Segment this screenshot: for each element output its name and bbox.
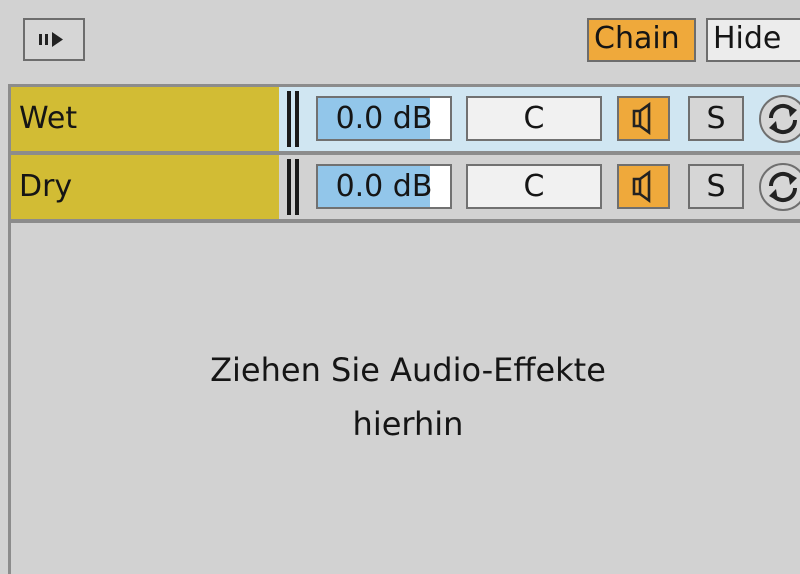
solo-button[interactable]: S [688,164,744,209]
hide-button[interactable]: Hide [706,18,800,62]
drag-handle[interactable] [295,91,299,147]
chain-name[interactable]: Dry [11,155,279,219]
drop-hint-line-1: Ziehen Sie Audio-Effekte [210,351,606,389]
solo-button[interactable]: S [688,96,744,141]
activator-button[interactable] [617,164,670,209]
volume-value: 0.0 dB [335,101,433,136]
row-divider [11,219,800,223]
speaker-icon [632,101,651,136]
chain-name[interactable]: Wet [11,87,279,151]
chain-toggle-button[interactable]: Chain [587,18,696,62]
chain-row-dry[interactable]: Dry 0.0 dB C S [11,155,800,219]
drag-handle[interactable] [295,159,299,215]
pan-field[interactable]: C [466,164,602,209]
hot-swap-icon [768,171,798,203]
drop-hint-line-2: hierhin [352,405,464,443]
volume-field[interactable]: 0.0 dB [316,164,452,209]
activator-button[interactable] [617,96,670,141]
pan-field[interactable]: C [466,96,602,141]
drag-handle[interactable] [287,91,291,147]
device-view-toggle-button[interactable] [23,18,85,61]
speaker-icon [632,169,651,204]
hot-swap-button[interactable] [759,163,800,211]
play-arrow-icon [39,32,63,47]
hot-swap-icon [768,103,798,135]
hot-swap-button[interactable] [759,95,800,143]
drag-handle[interactable] [287,159,291,215]
chain-row-wet[interactable]: Wet 0.0 dB C S [11,87,800,151]
volume-field[interactable]: 0.0 dB [316,96,452,141]
volume-value: 0.0 dB [335,169,433,204]
